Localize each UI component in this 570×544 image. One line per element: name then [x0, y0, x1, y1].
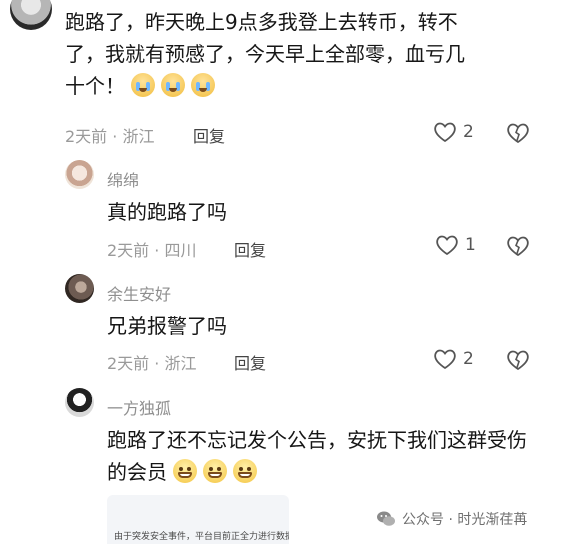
- grin-emoji-icon: [173, 459, 198, 483]
- dislike-button[interactable]: [506, 349, 530, 375]
- reply-meta: 2天前 · 四川: [107, 241, 197, 260]
- heart-outline-icon: [434, 122, 456, 143]
- reply-text: 兄弟报警了吗: [107, 314, 227, 338]
- cry-emoji-icon: [191, 73, 216, 97]
- like-button[interactable]: 1: [435, 234, 476, 256]
- heart-outline-icon: [434, 349, 456, 370]
- wechat-icon: [377, 511, 395, 526]
- reply-text: 真的跑路了吗: [107, 200, 227, 224]
- like-button[interactable]: 2: [433, 348, 474, 370]
- reply-button[interactable]: 回复: [234, 237, 266, 261]
- like-button[interactable]: 2: [433, 121, 474, 143]
- reply-text: 跑路了还不忘记发个公告，安抚下我们这群受伤的会员: [107, 428, 527, 484]
- reply-button[interactable]: 回复: [234, 350, 266, 374]
- broken-heart-icon: [507, 123, 529, 144]
- watermark: 公众号 · 时光渐荏苒: [376, 509, 527, 529]
- avatar[interactable]: [10, 0, 52, 30]
- username[interactable]: 一方独孤: [107, 395, 171, 419]
- preview-caption: 由于突发安全事件，平台目前正全力进行数据: [114, 532, 289, 542]
- image-preview[interactable]: 由于突发安全事件，平台目前正全力进行数据: [107, 495, 289, 544]
- like-count: 2: [463, 349, 474, 369]
- username[interactable]: 绵绵: [107, 167, 139, 191]
- avatar[interactable]: [65, 388, 94, 417]
- grin-emoji-icon: [203, 459, 228, 483]
- avatar[interactable]: [65, 274, 94, 303]
- comment-text: 跑路了，昨天晚上9点多我登上去转币，转不了，我就有预感了，今天早上全部零，血亏几…: [65, 10, 465, 98]
- reply-button[interactable]: 回复: [193, 123, 225, 147]
- cry-emoji-icon: [131, 73, 156, 97]
- dislike-button[interactable]: [506, 122, 530, 148]
- cry-emoji-icon: [161, 73, 186, 97]
- reply-meta: 2天前 · 浙江: [107, 354, 197, 373]
- like-count: 2: [463, 122, 474, 142]
- broken-heart-icon: [507, 350, 529, 371]
- like-count: 1: [465, 235, 476, 255]
- username[interactable]: 余生安好: [107, 281, 171, 305]
- grin-emoji-icon: [233, 459, 258, 483]
- comment-meta: 2天前 · 浙江: [65, 127, 155, 146]
- dislike-button[interactable]: [506, 235, 530, 261]
- avatar[interactable]: [65, 160, 94, 189]
- heart-outline-icon: [436, 235, 458, 256]
- broken-heart-icon: [507, 236, 529, 257]
- watermark-text: 公众号 · 时光渐荏苒: [402, 512, 528, 528]
